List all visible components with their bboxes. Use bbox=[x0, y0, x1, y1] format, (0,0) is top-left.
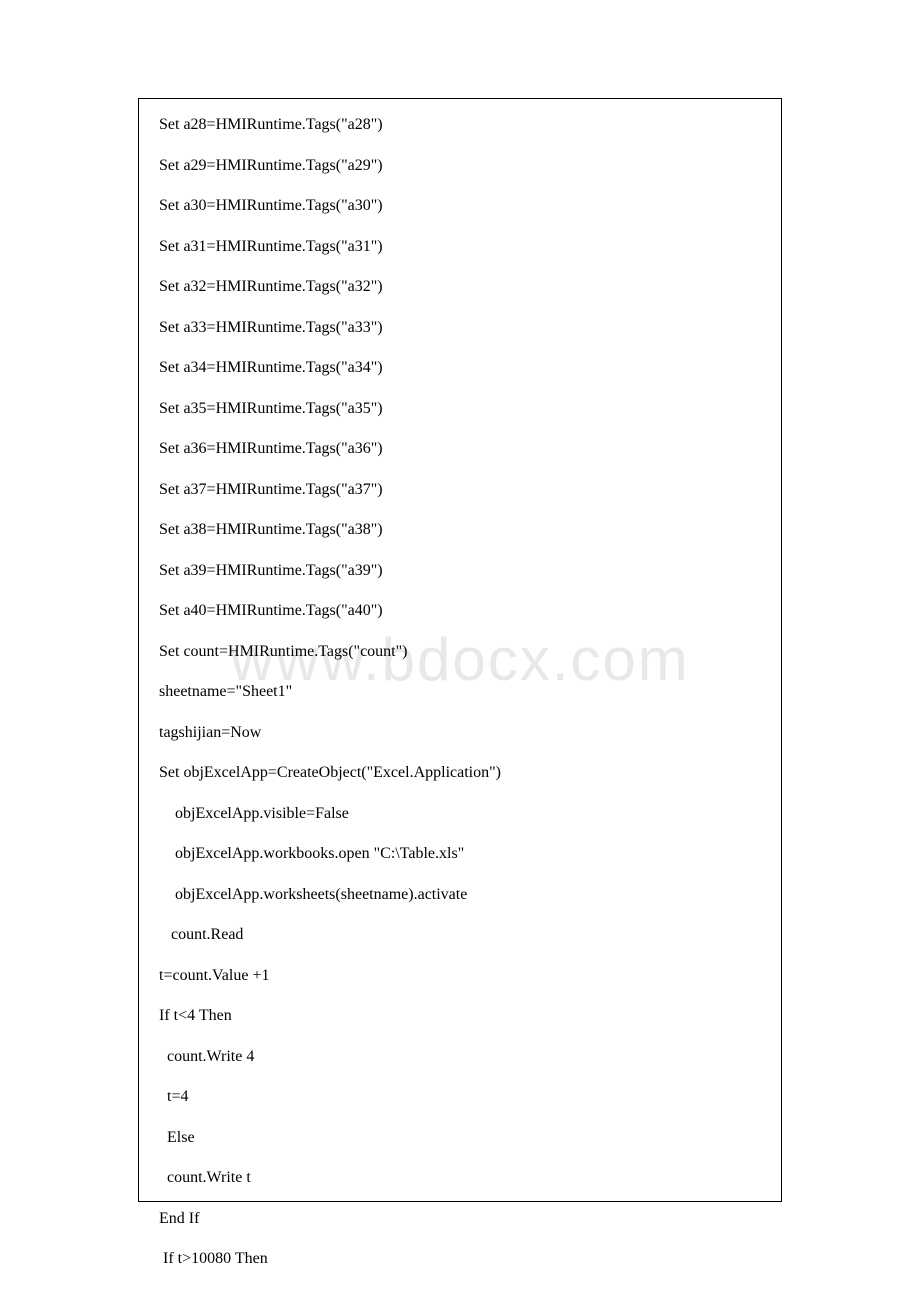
code-line: If t>10080 Then bbox=[159, 1251, 761, 1267]
code-line: Set a35=HMIRuntime.Tags("a35") bbox=[159, 401, 761, 417]
code-line: Set objExcelApp=CreateObject("Excel.Appl… bbox=[159, 765, 761, 781]
code-line: count.Read bbox=[159, 927, 761, 943]
code-line: Set a34=HMIRuntime.Tags("a34") bbox=[159, 360, 761, 376]
code-line: Set a28=HMIRuntime.Tags("a28") bbox=[159, 117, 761, 133]
code-line: If t<4 Then bbox=[159, 1008, 761, 1024]
code-line: t=count.Value +1 bbox=[159, 968, 761, 984]
code-line: Set a29=HMIRuntime.Tags("a29") bbox=[159, 158, 761, 174]
code-line: objExcelApp.workbooks.open "C:\Table.xls… bbox=[159, 846, 761, 862]
code-line: count.Write t bbox=[159, 1170, 761, 1186]
code-line: sheetname="Sheet1" bbox=[159, 684, 761, 700]
code-line: count.Write 4 bbox=[159, 1049, 761, 1065]
code-line: Set a33=HMIRuntime.Tags("a33") bbox=[159, 320, 761, 336]
code-line: Set a38=HMIRuntime.Tags("a38") bbox=[159, 522, 761, 538]
code-line: Set a37=HMIRuntime.Tags("a37") bbox=[159, 482, 761, 498]
code-line: t=4 bbox=[159, 1089, 761, 1105]
code-line: tagshijian=Now bbox=[159, 725, 761, 741]
code-line: Set a39=HMIRuntime.Tags("a39") bbox=[159, 563, 761, 579]
code-line: Set count=HMIRuntime.Tags("count") bbox=[159, 644, 761, 660]
code-line: Else bbox=[159, 1130, 761, 1146]
code-line: Set a36=HMIRuntime.Tags("a36") bbox=[159, 441, 761, 457]
code-line: End If bbox=[159, 1211, 761, 1227]
code-line: Set a30=HMIRuntime.Tags("a30") bbox=[159, 198, 761, 214]
code-container: Set a28=HMIRuntime.Tags("a28") Set a29=H… bbox=[138, 98, 782, 1202]
code-line: Set a31=HMIRuntime.Tags("a31") bbox=[159, 239, 761, 255]
code-line: objExcelApp.worksheets(sheetname).activa… bbox=[159, 887, 761, 903]
code-line: Set a32=HMIRuntime.Tags("a32") bbox=[159, 279, 761, 295]
code-content: Set a28=HMIRuntime.Tags("a28") Set a29=H… bbox=[159, 117, 761, 1267]
code-line: Set a40=HMIRuntime.Tags("a40") bbox=[159, 603, 761, 619]
code-line: objExcelApp.visible=False bbox=[159, 806, 761, 822]
